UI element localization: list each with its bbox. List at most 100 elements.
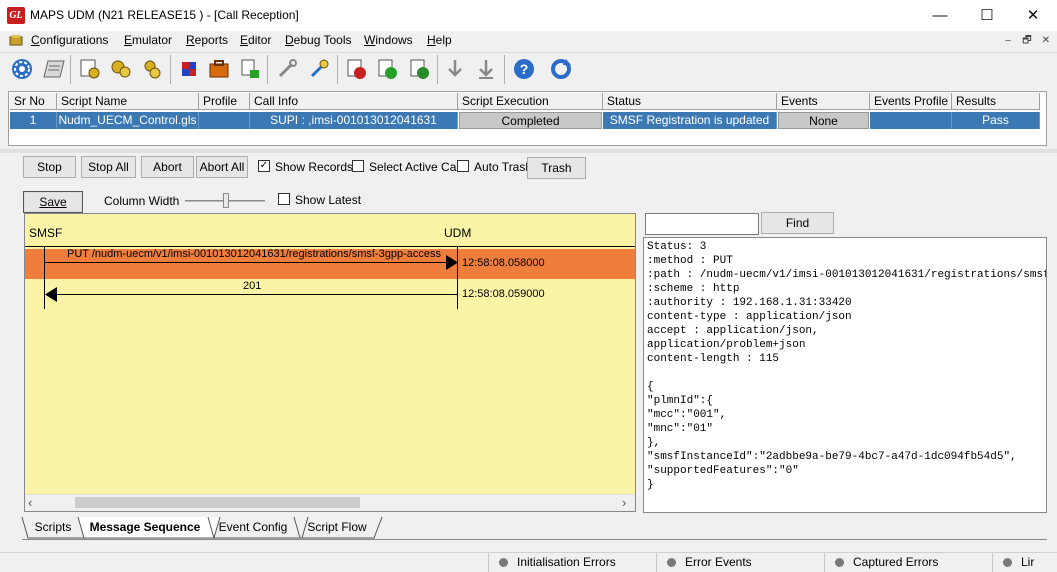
refresh-icon[interactable] [548,56,574,82]
menu-reports[interactable]: Reports [186,33,228,47]
cell-events-profile[interactable] [870,112,952,129]
find-button[interactable]: Find [761,212,834,234]
status-led-icon [1003,558,1012,567]
tab-event-config[interactable]: Event Config [214,517,292,539]
message-label-put[interactable]: PUT /nudm-uecm/v1/imsi-001013012041631/r… [67,248,441,260]
cell-call-info[interactable]: SUPI : ,imsi-001013012041631 [250,112,458,129]
menu-debug-tools[interactable]: Debug Tools [285,33,352,47]
select-active-call-label: Select Active Call [369,160,462,174]
status-captured-errors[interactable]: Captured Errors [824,553,991,572]
document-icon[interactable] [41,56,67,82]
message-label-201[interactable]: 201 [243,280,261,292]
maximize-button[interactable]: ☐ [964,0,1010,31]
mdi-minimize-button[interactable]: ‒ [999,33,1017,49]
status-led-icon [835,558,844,567]
menu-windows[interactable]: Windows [364,33,413,47]
status-led-icon [499,558,508,567]
find-input[interactable] [645,213,759,235]
show-latest-label: Show Latest [295,193,362,207]
auto-trash-label: Auto Trash [474,160,533,174]
col-header-profile[interactable]: Profile [199,93,250,110]
message-time-201: 12:58:08.059000 [462,288,545,300]
scroll-right-icon[interactable]: › [622,495,626,510]
wrench-gears-icon[interactable] [108,56,134,82]
abort-button[interactable]: Abort [141,156,194,178]
arrow-right-icon [446,255,458,270]
status-captured-errors-label: Captured Errors [853,555,939,569]
toolbar-separator [170,55,171,84]
suitcase-icon[interactable] [206,56,232,82]
status-lir-label: Lir [1021,555,1035,569]
help-icon[interactable]: ? [511,56,537,82]
abort-all-button[interactable]: Abort All [196,156,248,178]
status-initialisation-errors[interactable]: Initialisation Errors [488,553,655,572]
app-logo-icon: GL [7,7,25,24]
select-active-call-checkbox[interactable] [352,160,364,172]
message-arrow-201-line [56,294,457,295]
minimize-button[interactable]: — [917,0,963,31]
column-width-slider-thumb[interactable] [223,193,229,208]
tab-message-sequence[interactable]: Message Sequence [84,517,206,539]
scrollbar-thumb[interactable] [75,497,360,508]
message-arrow-put-line [45,262,447,263]
capture-icon[interactable] [306,56,332,82]
cell-results[interactable]: Pass [952,112,1040,129]
show-latest-checkbox[interactable] [278,193,290,205]
col-header-events-profile[interactable]: Events Profile [870,93,952,110]
script-icon[interactable] [77,56,103,82]
col-header-script-execution[interactable]: Script Execution [458,93,603,110]
col-header-call-info[interactable]: Call Info [250,93,458,110]
entity-header-divider [25,246,635,247]
message-time-put: 12:58:08.058000 [462,257,545,269]
tab-script-flow[interactable]: Script Flow [302,517,372,539]
tab-scripts[interactable]: Scripts [30,517,76,539]
entity-udm-label: UDM [444,226,472,240]
toolbar-separator [70,55,71,84]
menu-emulator[interactable]: Emulator [124,33,172,47]
left-arrow-icon[interactable] [473,56,499,82]
close-button[interactable]: ✕ [1010,0,1056,31]
app-menu-icon[interactable] [9,34,23,46]
col-header-sr-no[interactable]: Sr No [10,93,57,110]
cell-script-execution[interactable]: Completed [459,112,602,129]
cell-status[interactable]: SMSF Registration is updated [603,112,777,129]
cube-icon[interactable] [176,56,202,82]
entity-smsf-label: SMSF [29,226,63,240]
gear-icon[interactable] [9,56,35,82]
menu-help[interactable]: Help [427,33,452,47]
col-header-status[interactable]: Status [603,93,777,110]
phone-c-icon[interactable] [375,56,401,82]
phone-d-icon[interactable] [344,56,370,82]
stop-button[interactable]: Stop [23,156,76,178]
message-detail-text: Status: 3 :method : PUT :path : /nudm-ue… [647,241,1046,491]
phone-p-icon[interactable] [407,56,433,82]
menu-editor[interactable]: Editor [240,33,271,47]
gears-icon[interactable] [139,56,165,82]
trash-button[interactable]: Trash [527,157,586,179]
toolbar-separator [337,55,338,84]
status-lir[interactable]: Lir [992,553,1057,572]
menu-configurations[interactable]: Configurations [31,33,108,47]
arrow-left-icon [45,287,57,302]
scroll-left-icon[interactable]: ‹ [28,495,32,510]
tools-icon[interactable] [274,56,300,82]
status-error-events[interactable]: Error Events [656,553,823,572]
mdi-restore-button[interactable]: 🗗 [1018,33,1036,49]
message-detail-pane[interactable]: Status: 3 :method : PUT :path : /nudm-ue… [643,237,1047,513]
col-header-results[interactable]: Results [952,93,1040,110]
lock-icon[interactable] [237,56,263,82]
cell-profile[interactable] [199,112,250,129]
auto-trash-checkbox[interactable] [457,160,469,172]
mdi-close-button[interactable]: ✕ [1037,33,1055,49]
save-button[interactable]: Save [23,191,83,213]
show-records-checkbox[interactable]: ✓ [258,160,270,172]
column-width-label: Column Width [104,194,180,208]
cell-sr-no[interactable]: 1 [10,112,57,129]
stop-all-button[interactable]: Stop All [81,156,136,178]
col-header-script-name[interactable]: Script Name [57,93,199,110]
splitter[interactable] [0,149,1057,153]
cell-script-name[interactable]: Nudm_UECM_Control.gls [57,112,199,129]
cell-events[interactable]: None [778,112,869,129]
down-arrow-icon[interactable] [442,56,468,82]
col-header-events[interactable]: Events [777,93,870,110]
